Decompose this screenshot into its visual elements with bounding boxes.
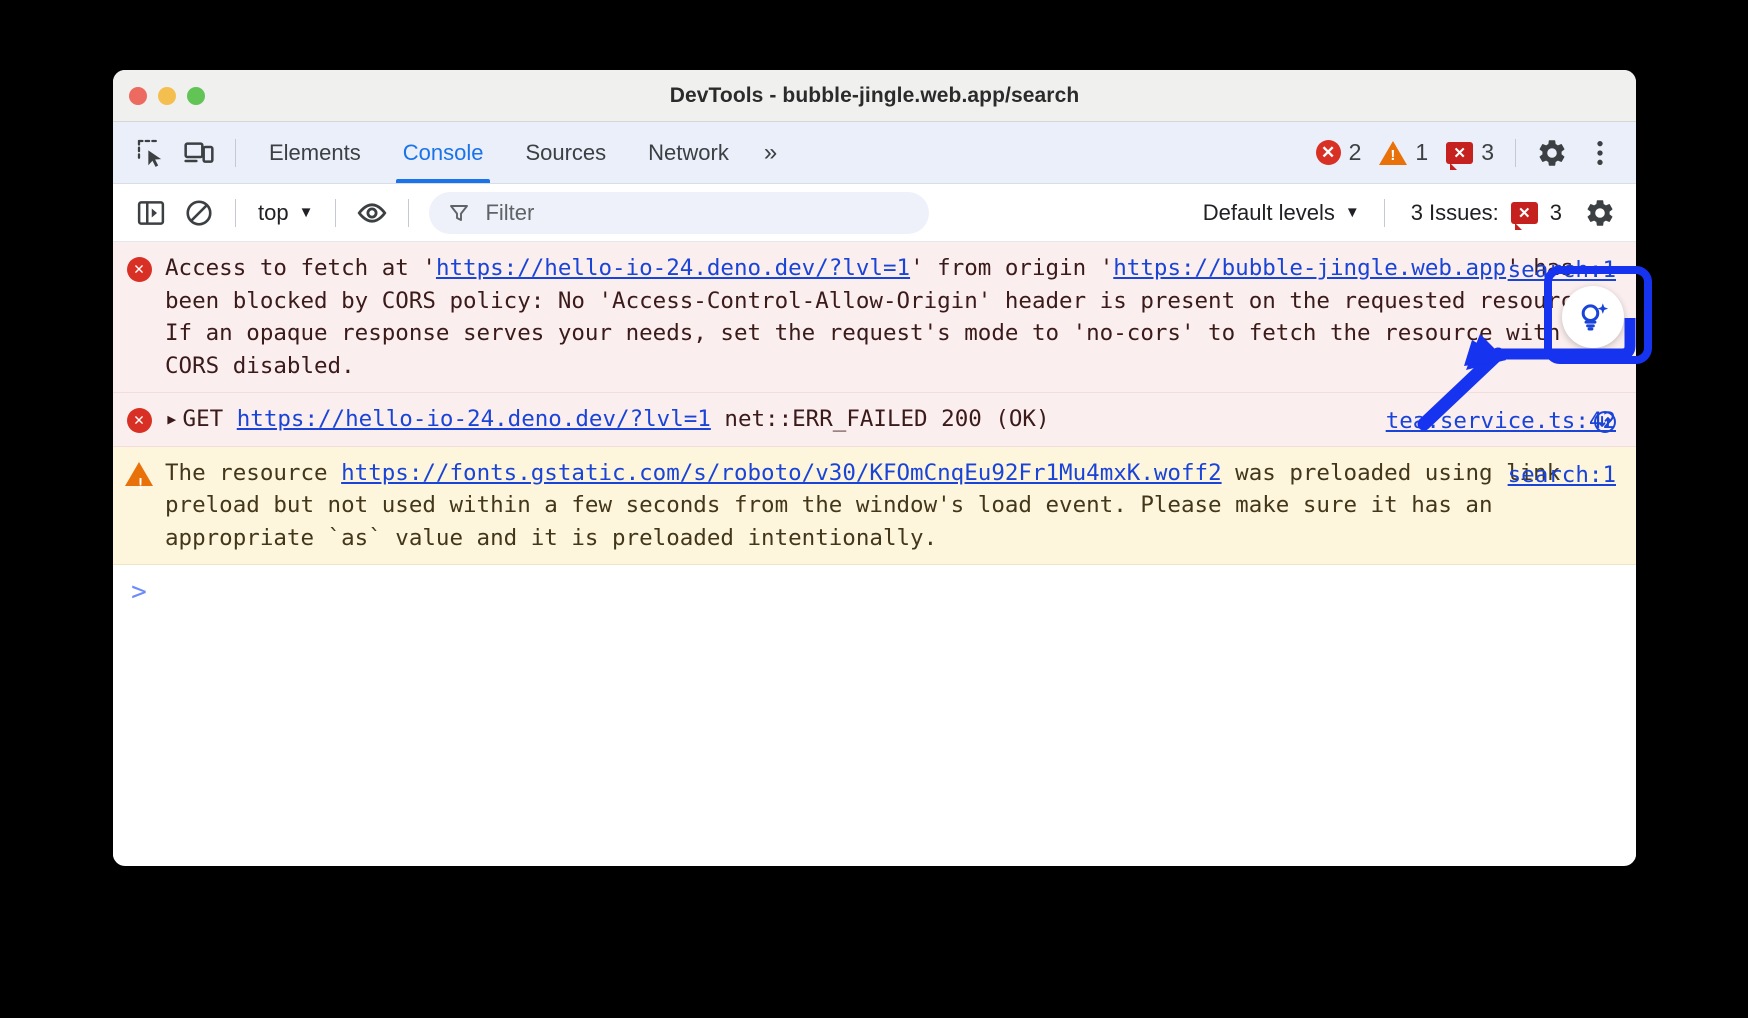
console-toolbar-divider-4 (1384, 199, 1385, 227)
more-tabs-button[interactable]: » (750, 122, 787, 183)
kebab-menu-icon (1584, 137, 1616, 169)
message-level-icon: ✕ (113, 403, 165, 436)
devtools-window: DevTools - bubble-jingle.web.app/search (113, 70, 1636, 866)
ai-insights-lightbulb-icon (1574, 298, 1612, 336)
devtools-more-options-button[interactable] (1576, 131, 1624, 175)
message-level-icon (113, 457, 165, 555)
prompt-caret-icon: > (113, 579, 165, 605)
console-toolbar-divider-2 (335, 199, 336, 227)
msg1-link-fetch-url[interactable]: https://hello-io-24.deno.dev/?lvl=1 (436, 255, 910, 281)
issues-counter[interactable]: ✕ 3 (1437, 139, 1503, 166)
device-toolbar-button[interactable] (175, 131, 223, 175)
warning-triangle-icon (1379, 141, 1407, 165)
chevron-down-icon: ▼ (1345, 205, 1360, 220)
close-window-button[interactable] (129, 87, 147, 105)
traffic-lights (129, 87, 205, 105)
warning-counter[interactable]: 1 (1370, 139, 1437, 166)
console-message-warning-preload[interactable]: The resource https://fonts.gstatic.com/s… (113, 447, 1636, 566)
expand-triangle-icon[interactable]: ▸ (165, 403, 179, 436)
tabbar-status-area: ✕ 2 1 ✕ 3 (1307, 131, 1624, 175)
status-divider (1515, 139, 1516, 167)
console-toolbar-divider-3 (408, 199, 409, 227)
tab-console[interactable]: Console (382, 122, 505, 183)
device-toolbar-icon (183, 137, 215, 169)
filter-funnel-icon (447, 201, 471, 225)
console-sidebar-icon (136, 198, 166, 228)
tab-elements-label: Elements (269, 140, 361, 166)
inspect-element-icon (135, 137, 167, 169)
tab-elements[interactable]: Elements (248, 122, 382, 183)
console-toolbar-right: Default levels ▼ 3 Issues: ✕ 3 (1191, 191, 1624, 235)
toolbar-divider (235, 139, 236, 167)
message-level-icon: ✕ (113, 252, 165, 382)
issues-badge-count: 3 (1550, 200, 1562, 226)
msg2-part-0: GET (183, 406, 237, 432)
console-settings-gear-icon (1584, 197, 1616, 229)
message-source-link[interactable]: tea.service.ts:42 (1386, 405, 1616, 438)
console-sidebar-button[interactable] (127, 191, 175, 235)
window-title: DevTools - bubble-jingle.web.app/search (113, 84, 1636, 108)
execution-context-selector[interactable]: top ▼ (248, 193, 323, 233)
console-toolbar-divider-1 (235, 199, 236, 227)
msg3-part-0: The resource (165, 460, 341, 486)
chevron-down-icon: ▼ (299, 205, 314, 220)
error-count: 2 (1349, 139, 1362, 166)
msg2-link-request-url[interactable]: https://hello-io-24.deno.dev/?lvl=1 (237, 406, 711, 432)
clear-console-icon (184, 198, 214, 228)
tab-network[interactable]: Network (627, 122, 750, 183)
issues-button[interactable]: 3 Issues: ✕ 3 (1397, 200, 1576, 226)
tab-console-label: Console (403, 140, 484, 166)
warning-triangle-icon (125, 462, 153, 486)
error-counter[interactable]: ✕ 2 (1307, 139, 1371, 166)
msg2-part-2: net::ERR_FAILED 200 (OK) (711, 406, 1050, 432)
warning-count: 1 (1415, 139, 1428, 166)
filter-input[interactable]: Filter (485, 200, 534, 226)
panel-tabs: Elements Console Sources Network » (248, 122, 787, 183)
live-expressions-eye-icon (355, 196, 389, 230)
msg3-link-font-url[interactable]: https://fonts.gstatic.com/s/roboto/v30/K… (341, 460, 1222, 486)
msg1-part-2: ' from origin ' (910, 255, 1113, 281)
screen: DevTools - bubble-jingle.web.app/search (0, 0, 1748, 1018)
window-titlebar: DevTools - bubble-jingle.web.app/search (113, 70, 1636, 122)
filter-input-wrapper[interactable]: Filter (429, 192, 929, 234)
issues-count: 3 (1481, 139, 1494, 166)
execution-context-label: top (258, 200, 289, 226)
minimize-window-button[interactable] (158, 87, 176, 105)
log-levels-label: Default levels (1203, 200, 1335, 226)
maximize-window-button[interactable] (187, 87, 205, 105)
devtools-tabbar: Elements Console Sources Network » ✕ (113, 122, 1636, 184)
error-circle-icon: ✕ (1316, 140, 1341, 165)
issues-label: 3 Issues: (1411, 200, 1499, 226)
log-levels-selector[interactable]: Default levels ▼ (1191, 193, 1372, 233)
msg1-part-0: Access to fetch at ' (165, 255, 436, 281)
message-text: Access to fetch at 'https://hello-io-24.… (165, 252, 1636, 382)
message-text: The resource https://fonts.gstatic.com/s… (165, 457, 1636, 555)
issue-speech-bubble-icon: ✕ (1511, 202, 1538, 224)
message-source-link[interactable]: search:1 (1508, 254, 1616, 287)
console-message-list[interactable]: ✕ Access to fetch at 'https://hello-io-2… (113, 242, 1636, 860)
inspect-element-button[interactable] (127, 131, 175, 175)
live-expressions-button[interactable] (348, 191, 396, 235)
tab-network-label: Network (648, 140, 729, 166)
gear-icon (1536, 137, 1568, 169)
console-message-error-cors[interactable]: ✕ Access to fetch at 'https://hello-io-2… (113, 242, 1636, 393)
msg1-link-origin-url[interactable]: https://bubble-jingle.web.app (1113, 255, 1506, 281)
clear-console-button[interactable] (175, 191, 223, 235)
network-request-icon[interactable] (1592, 409, 1618, 435)
ai-insights-button[interactable] (1562, 286, 1624, 348)
message-source-link[interactable]: search:1 (1508, 459, 1616, 492)
error-circle-icon: ✕ (127, 408, 152, 433)
issue-speech-bubble-icon: ✕ (1446, 142, 1473, 164)
devtools-settings-button[interactable] (1528, 131, 1576, 175)
more-tabs-label: » (764, 139, 777, 167)
tab-sources-label: Sources (525, 140, 606, 166)
console-message-error-network[interactable]: ✕ ▸GET https://hello-io-24.deno.dev/?lvl… (113, 393, 1636, 447)
tab-sources[interactable]: Sources (504, 122, 627, 183)
error-circle-icon: ✕ (127, 257, 152, 282)
console-settings-button[interactable] (1576, 191, 1624, 235)
console-toolbar: top ▼ Filter Default levels (113, 184, 1636, 242)
console-prompt-row[interactable]: > (113, 565, 1636, 605)
